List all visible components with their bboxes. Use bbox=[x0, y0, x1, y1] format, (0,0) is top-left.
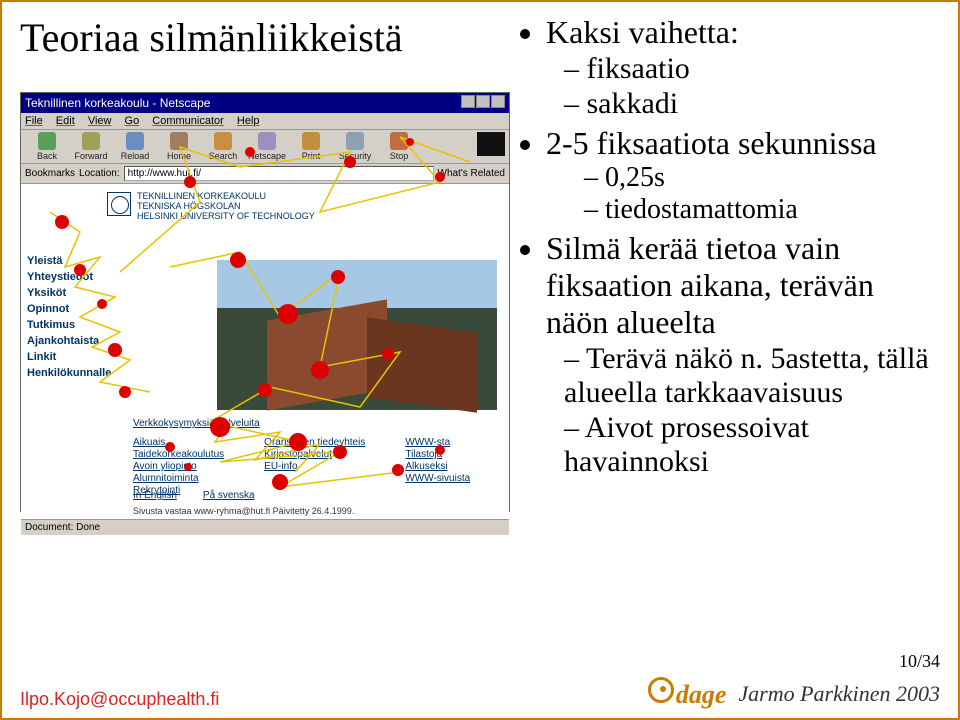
page-updated: Sivusta vastaa www-ryhma@hut.fi Päivitet… bbox=[133, 506, 354, 516]
browser-toolbar: Back Forward Reload Home Search Netscape… bbox=[21, 130, 509, 164]
browser-location-bar: Bookmarks Location: What's Related bbox=[21, 164, 509, 184]
sidebar-item[interactable]: Opinnot bbox=[27, 302, 111, 318]
reload-button[interactable]: Reload bbox=[113, 132, 157, 161]
lang-swedish[interactable]: På svenska bbox=[203, 490, 255, 501]
slide-footer: Ilpo.Kojo@occuphealth.fi dage Jarmo Park… bbox=[2, 678, 958, 718]
browser-statusbar: Document: Done bbox=[21, 519, 509, 535]
sidebar-item[interactable]: Yleistä bbox=[27, 254, 111, 270]
body-link[interactable]: Alkuseksi bbox=[405, 461, 470, 472]
browser-window: Teknillinen korkeakoulu - Netscape File … bbox=[20, 92, 510, 512]
menu-help[interactable]: Help bbox=[237, 115, 260, 127]
window-controls bbox=[460, 95, 505, 111]
whats-related-label[interactable]: What's Related bbox=[438, 168, 506, 179]
location-label: Location: bbox=[79, 168, 120, 179]
page-sidebar: Yleistä Yhteystiedot Yksiköt Opinnot Tut… bbox=[27, 254, 111, 382]
netscape-throbber-icon bbox=[477, 132, 505, 156]
lang-english[interactable]: In English bbox=[133, 490, 177, 501]
menu-edit[interactable]: Edit bbox=[56, 115, 75, 127]
menu-communicator[interactable]: Communicator bbox=[152, 115, 224, 127]
body-link[interactable]: Alumnitoiminta bbox=[133, 473, 224, 484]
sidebar-item[interactable]: Henkilökunnalle bbox=[27, 366, 111, 382]
bullet-1-text: 2-5 fiksaatiota sekunnissa bbox=[546, 125, 877, 161]
body-link[interactable]: Taidekorkeakoulutus bbox=[133, 449, 224, 460]
footer-credit: Jarmo Parkkinen 2003 bbox=[738, 681, 940, 707]
bullet-0-sub-0: fiksaatio bbox=[564, 52, 944, 86]
bookmarks-label[interactable]: Bookmarks bbox=[25, 168, 75, 179]
slide: Teoriaa silmänliikkeistä Kaksi vaihetta:… bbox=[0, 0, 960, 720]
university-logo-icon bbox=[107, 192, 131, 216]
back-button[interactable]: Back bbox=[25, 132, 69, 161]
university-name: TEKNILLINEN KORKEAKOULU TEKNISKA HÖGSKOL… bbox=[137, 192, 315, 222]
adage-logo: dage bbox=[648, 677, 727, 710]
home-button[interactable]: Home bbox=[157, 132, 201, 161]
stop-button[interactable]: Stop bbox=[377, 132, 421, 161]
bullet-column: Kaksi vaihetta: fiksaatio sakkadi 2-5 fi… bbox=[524, 10, 944, 483]
forward-button[interactable]: Forward bbox=[69, 132, 113, 161]
body-link[interactable]: WWW-sivuista bbox=[405, 473, 470, 484]
body-links: Aikuais Taidekorkeakoulutus Avoin yliopi… bbox=[133, 436, 470, 497]
location-input[interactable] bbox=[124, 166, 434, 181]
netscape-button[interactable]: Netscape bbox=[245, 132, 289, 161]
menu-file[interactable]: File bbox=[25, 115, 43, 127]
menu-go[interactable]: Go bbox=[125, 115, 140, 127]
bullet-2-sub-1: Aivot prosessoivat havainnoksi bbox=[564, 411, 944, 479]
footer-email: Ilpo.Kojo@occuphealth.fi bbox=[20, 689, 219, 710]
bullet-0-text: Kaksi vaihetta: bbox=[546, 14, 739, 50]
browser-title-text: Teknillinen korkeakoulu - Netscape bbox=[25, 96, 210, 110]
sidebar-item[interactable]: Yhteystiedot bbox=[27, 270, 111, 286]
sidebar-item[interactable]: Ajankohtaista bbox=[27, 334, 111, 350]
body-link[interactable]: WWW-sta bbox=[405, 437, 470, 448]
body-link[interactable]: Oranssisen tiedeyhteis bbox=[264, 437, 365, 448]
browser-content: TEKNILLINEN KORKEAKOULU TEKNISKA HÖGSKOL… bbox=[21, 184, 509, 519]
slide-title: Teoriaa silmänliikkeistä bbox=[20, 14, 403, 61]
hero-photo bbox=[217, 260, 497, 410]
menu-view[interactable]: View bbox=[88, 115, 112, 127]
body-link[interactable]: Tilastoja bbox=[405, 449, 470, 460]
sidebar-item[interactable]: Linkit bbox=[27, 350, 111, 366]
bullet-1: 2-5 fiksaatiota sekunnissa 0,25s tiedost… bbox=[546, 125, 944, 226]
body-link[interactable]: Aikuais bbox=[133, 437, 224, 448]
sidebar-item[interactable]: Yksiköt bbox=[27, 286, 111, 302]
adage-logo-icon bbox=[648, 677, 674, 703]
bullet-2-sub-0: Terävä näkö n. 5astetta, tällä alueella … bbox=[564, 342, 944, 410]
security-button[interactable]: Security bbox=[333, 132, 377, 161]
bullet-1-sub-0: 0,25s bbox=[584, 162, 944, 194]
search-button[interactable]: Search bbox=[201, 132, 245, 161]
body-link[interactable]: Kirjastopalvelut bbox=[264, 449, 365, 460]
page-number: 10/34 bbox=[899, 651, 940, 672]
browser-menubar: File Edit View Go Communicator Help bbox=[21, 113, 509, 130]
bullet-2: Silmä kerää tietoa vain fiksaation aikan… bbox=[546, 230, 944, 479]
body-link[interactable]: Avoin yliopisto bbox=[133, 461, 224, 472]
bullet-0: Kaksi vaihetta: fiksaatio sakkadi bbox=[546, 14, 944, 121]
bullet-2-text: Silmä kerää tietoa vain fiksaation aikan… bbox=[546, 230, 874, 340]
bullet-1-sub-1: tiedostamattomia bbox=[584, 194, 944, 226]
body-link[interactable]: EU-info bbox=[264, 461, 365, 472]
sidebar-item[interactable]: Tutkimus bbox=[27, 318, 111, 334]
body-heading[interactable]: Verkkokysymyksiä palveluita bbox=[133, 418, 260, 429]
print-button[interactable]: Print bbox=[289, 132, 333, 161]
browser-titlebar: Teknillinen korkeakoulu - Netscape bbox=[21, 93, 509, 113]
bullet-0-sub-1: sakkadi bbox=[564, 87, 944, 121]
language-links: In English På svenska bbox=[133, 490, 255, 501]
